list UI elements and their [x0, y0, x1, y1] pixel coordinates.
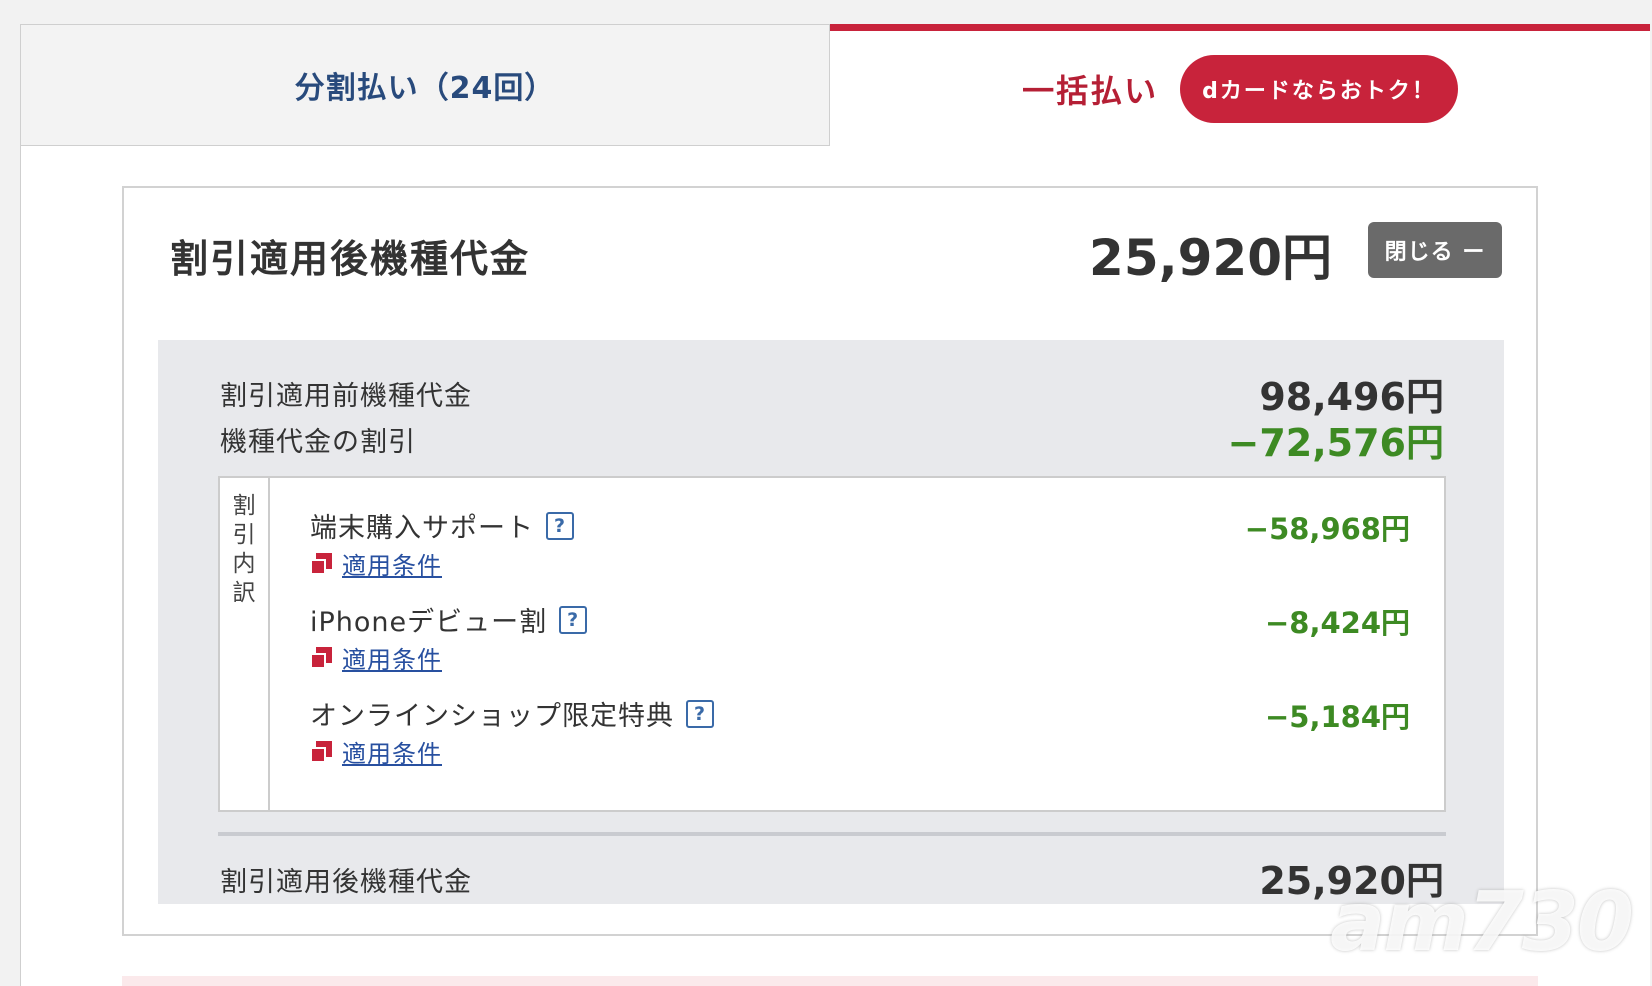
dcard-promo-badge: dカードならおトク！ — [1180, 54, 1458, 123]
discount-item-name: iPhoneデビュー割 — [310, 607, 548, 638]
conditions-link[interactable]: 適用条件 — [342, 640, 442, 675]
discount-item-value: −58,968円 — [1244, 512, 1410, 546]
side-label-char: 引 — [232, 522, 256, 548]
price-summary: 割引適用後機種代金 25,920円 閉じる ー 割引適用前機種代金 98,496… — [122, 186, 1538, 936]
notice-strip — [122, 976, 1538, 986]
tab-lump-sum-label: 一括払い — [1022, 71, 1159, 110]
summary-total-price: 25,920円 — [1089, 229, 1332, 287]
help-icon[interactable]: ? — [559, 605, 588, 634]
summary-title: 割引適用後機種代金 — [170, 237, 531, 281]
conditions-link-row: 適用条件 — [310, 640, 442, 675]
discount-item-name: 端末購入サポート — [310, 513, 534, 544]
side-label-char: 内 — [232, 551, 256, 577]
tab-lump-sum[interactable]: 一括払い dカードならおトク！ — [830, 24, 1650, 146]
discount-item: iPhoneデビュー割 ? 適用条件 −8,424円 — [310, 600, 1410, 690]
discount-label: 機種代金の割引 — [220, 427, 416, 458]
discount-value: −72,576円 — [1227, 421, 1444, 465]
discount-item-name-row: iPhoneデビュー割 ? — [310, 600, 588, 639]
discount-details-side-label: 割 引 内 訳 — [220, 478, 270, 810]
discount-item-value: −5,184円 — [1264, 700, 1410, 734]
after-discount-label: 割引適用後機種代金 — [220, 867, 472, 898]
discount-item-name: オンラインショップ限定特典 — [310, 701, 674, 732]
external-link-icon — [310, 740, 332, 763]
page: 分割払い（24回） 一括払い dカードならおトク！ 割引適用後機種代金 25,9… — [0, 0, 1652, 986]
discount-details: 割 引 内 訳 端末購入サポート ? 適用条件 −58,968円 iPhoneデ… — [218, 476, 1446, 812]
side-label-char: 割 — [232, 493, 256, 519]
conditions-link[interactable]: 適用条件 — [342, 734, 442, 769]
tab-installment[interactable]: 分割払い（24回） — [20, 24, 830, 146]
discount-item: 端末購入サポート ? 適用条件 −58,968円 — [310, 506, 1410, 596]
discount-item: オンラインショップ限定特典 ? 適用条件 −5,184円 — [310, 694, 1410, 784]
discount-item-name-row: 端末購入サポート ? — [310, 506, 574, 545]
discount-breakdown: 割引適用前機種代金 98,496円 機種代金の割引 −72,576円 割 引 内… — [158, 340, 1504, 904]
conditions-link[interactable]: 適用条件 — [342, 546, 442, 581]
external-link-icon — [310, 552, 332, 575]
help-icon[interactable]: ? — [546, 511, 574, 540]
external-link-icon — [310, 646, 332, 669]
discount-item-name-row: オンラインショップ限定特典 ? — [310, 694, 714, 733]
side-label-char: 訳 — [232, 580, 256, 606]
help-icon[interactable]: ? — [686, 699, 714, 728]
conditions-link-row: 適用条件 — [310, 734, 442, 769]
discount-item-value: −8,424円 — [1264, 606, 1410, 640]
conditions-link-row: 適用条件 — [310, 546, 442, 581]
close-button[interactable]: 閉じる ー — [1368, 222, 1502, 278]
before-discount-label: 割引適用前機種代金 — [220, 381, 472, 412]
tab-installment-label: 分割払い（24回） — [294, 71, 556, 106]
watermark-logo: am730 — [1330, 875, 1634, 970]
divider — [218, 832, 1446, 836]
